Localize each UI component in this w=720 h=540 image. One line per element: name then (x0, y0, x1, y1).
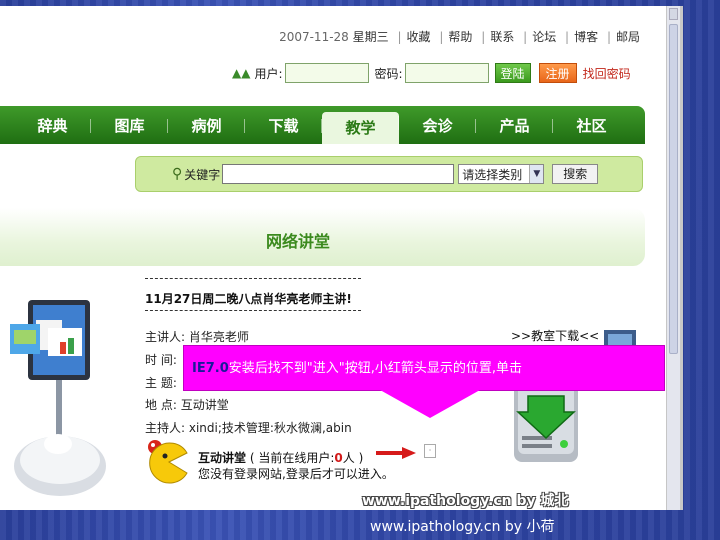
host-label: 主持人: (145, 421, 186, 435)
speaker-row: 主讲人: 肖华亮老师 (145, 328, 249, 345)
chevron-down-icon[interactable]: ▼ (529, 165, 544, 183)
search-button[interactable]: 搜索 (552, 164, 599, 184)
slide-watermark: www.ipathology.cn by 小荷 (370, 519, 555, 535)
inner-watermark: www.ipathology.cn by 城北 (362, 493, 569, 509)
host-row: 主持人: xindi;技术管理:秋水微澜,abin (145, 419, 352, 436)
online-prefix: ( 当前在线用户: (249, 451, 335, 465)
location-row: 地 点: 互动讲堂 (145, 396, 229, 413)
link-forum[interactable]: 论坛 (532, 30, 556, 44)
nav-download[interactable]: 下载 (245, 115, 322, 136)
nav-dictionary[interactable]: 辞典 (14, 115, 91, 136)
top-links: 2007-11-28 星期三 | 收藏 | 帮助 | 联系 | 论坛 | 博客 | 邮局 (279, 30, 640, 44)
password-label: 密码: (374, 66, 403, 81)
keyword-input[interactable] (222, 164, 455, 184)
instruction-callout: IE7.0安装后找不到"进入"按钮,小红箭头显示的位置,单击 (183, 345, 665, 391)
time-label: 时 间: (145, 353, 177, 367)
search-icon: ⚲ (172, 166, 183, 182)
link-favorites[interactable]: 收藏 (407, 30, 431, 44)
users-icon: ▲▲ (232, 66, 251, 80)
register-button[interactable]: 注册 (538, 63, 577, 83)
nav-products[interactable]: 产品 (476, 115, 553, 136)
browser-viewport: 2007-11-28 星期三 | 收藏 | 帮助 | 联系 | 论坛 | 博客 | 邮局 ▲… (0, 6, 683, 510)
user-label: 用户: (254, 66, 283, 81)
nav-gallery[interactable]: 图库 (91, 115, 168, 136)
host-value: xindi;技术管理:秋水微澜,abin (188, 421, 352, 435)
enter-button[interactable]: · (424, 444, 436, 458)
nav-teaching[interactable]: 教学 (322, 112, 399, 144)
category-select-value: 请选择类别 (462, 167, 523, 182)
weekday-text: 星期三 (352, 30, 389, 44)
link-mail[interactable]: 邮局 (616, 30, 640, 44)
location-label: 地 点: (145, 398, 177, 412)
topic-label: 主 题: (145, 376, 177, 390)
callout-browser: IE7.0 (192, 361, 229, 376)
username-input[interactable] (284, 63, 369, 83)
presentation-board-icon (10, 300, 106, 496)
speaker-value: 肖华亮老师 (188, 330, 249, 344)
scroll-up-arrow-icon[interactable] (669, 8, 678, 20)
login-button[interactable]: 登陆 (494, 63, 531, 83)
vertical-scrollbar[interactable] (666, 6, 680, 510)
link-contact[interactable]: 联系 (490, 30, 514, 44)
interactive-classroom-row: 互动讲堂 ( 当前在线用户:0人 ) (198, 449, 363, 466)
mascot-pacman-icon (148, 440, 188, 484)
location-value: 互动讲堂 (180, 398, 229, 412)
slide-bottom-bar (0, 510, 720, 540)
date-text: 2007-11-28 (279, 30, 349, 44)
link-blog[interactable]: 博客 (574, 30, 598, 44)
nav-consultation[interactable]: 会诊 (399, 115, 476, 136)
divider (145, 310, 361, 311)
link-help[interactable]: 帮助 (448, 30, 472, 44)
section-title: 网络讲堂 (266, 232, 331, 251)
online-count: 0 (334, 451, 343, 465)
red-arrow-icon (376, 447, 416, 459)
interactive-title: 互动讲堂 (198, 451, 247, 465)
login-notice: 您没有登录网站,登录后才可以进入。 (198, 467, 394, 481)
category-select[interactable]: 请选择类别 ▼ (458, 164, 545, 184)
nav-community[interactable]: 社区 (553, 115, 630, 136)
forgot-password-link[interactable]: 找回密码 (583, 65, 631, 82)
callout-pointer (340, 390, 520, 418)
lecture-title: 11月27日周二晚八点肖华亮老师主讲! (145, 292, 352, 306)
password-input[interactable] (404, 63, 489, 83)
time-row: 时 间: (145, 351, 177, 368)
divider (145, 278, 361, 279)
online-suffix: 人 ) (342, 451, 364, 465)
keyword-label: 关键字 (184, 167, 221, 182)
main-nav: 辞典 图库 病例 下载 教学 会诊 产品 社区 (0, 106, 645, 144)
topic-row: 主 题: (145, 374, 177, 391)
search-bar: ⚲ 关键字 请选择类别 ▼ 搜索 (135, 156, 643, 192)
nav-cases[interactable]: 病例 (168, 115, 245, 136)
callout-text: 安装后找不到"进入"按钮,小红箭头显示的位置,单击 (228, 361, 522, 376)
speaker-label: 主讲人: (145, 330, 186, 344)
scrollbar-thumb[interactable] (669, 24, 678, 354)
login-bar: ▲▲ 用户: 密码: 登陆 注册 找回密码 (232, 62, 631, 84)
